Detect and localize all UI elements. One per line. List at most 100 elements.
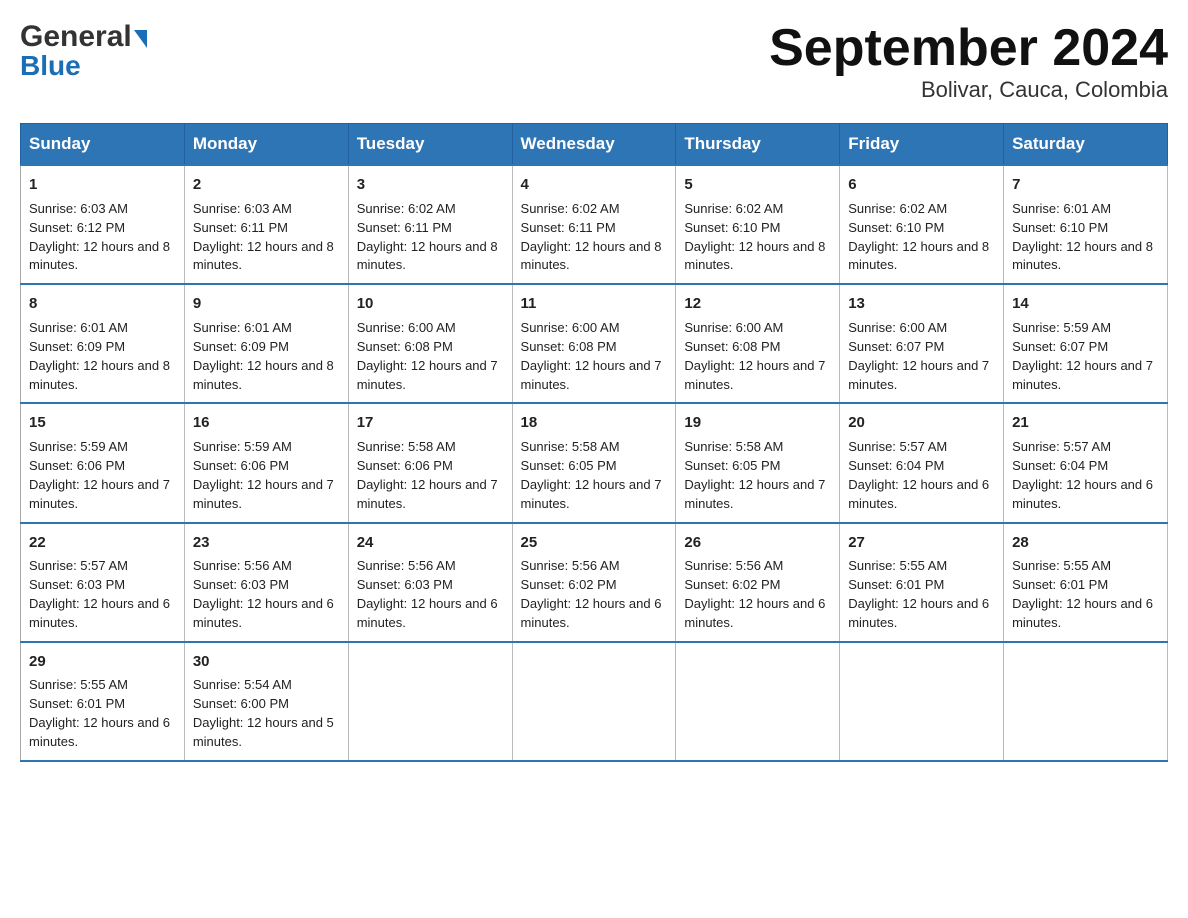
sunrise-info: Sunrise: 6:02 AM	[521, 201, 620, 216]
calendar-cell: 11 Sunrise: 6:00 AM Sunset: 6:08 PM Dayl…	[512, 284, 676, 403]
calendar-cell: 2 Sunrise: 6:03 AM Sunset: 6:11 PM Dayli…	[184, 165, 348, 284]
day-number: 6	[848, 174, 995, 196]
weekday-header-row: SundayMondayTuesdayWednesdayThursdayFrid…	[21, 124, 1168, 166]
title-area: September 2024 Bolivar, Cauca, Colombia	[769, 20, 1168, 103]
sunset-info: Sunset: 6:03 PM	[29, 577, 125, 592]
daylight-info: Daylight: 12 hours and 6 minutes.	[29, 596, 170, 630]
sunrise-info: Sunrise: 5:58 AM	[521, 439, 620, 454]
day-number: 17	[357, 412, 504, 434]
calendar-cell: 25 Sunrise: 5:56 AM Sunset: 6:02 PM Dayl…	[512, 523, 676, 642]
sunset-info: Sunset: 6:11 PM	[521, 220, 616, 235]
sunset-info: Sunset: 6:10 PM	[684, 220, 780, 235]
sunrise-info: Sunrise: 5:59 AM	[193, 439, 292, 454]
weekday-header-wednesday: Wednesday	[512, 124, 676, 166]
day-number: 20	[848, 412, 995, 434]
sunset-info: Sunset: 6:03 PM	[357, 577, 453, 592]
sunrise-info: Sunrise: 5:55 AM	[848, 558, 947, 573]
sunset-info: Sunset: 6:01 PM	[848, 577, 944, 592]
sunrise-info: Sunrise: 5:57 AM	[1012, 439, 1111, 454]
daylight-info: Daylight: 12 hours and 7 minutes.	[521, 358, 662, 392]
sunrise-info: Sunrise: 5:57 AM	[29, 558, 128, 573]
calendar-cell	[1004, 642, 1168, 761]
calendar-cell: 15 Sunrise: 5:59 AM Sunset: 6:06 PM Dayl…	[21, 403, 185, 522]
calendar-cell: 12 Sunrise: 6:00 AM Sunset: 6:08 PM Dayl…	[676, 284, 840, 403]
sunset-info: Sunset: 6:07 PM	[848, 339, 944, 354]
weekday-header-tuesday: Tuesday	[348, 124, 512, 166]
daylight-info: Daylight: 12 hours and 6 minutes.	[29, 715, 170, 749]
sunrise-info: Sunrise: 5:56 AM	[521, 558, 620, 573]
daylight-info: Daylight: 12 hours and 8 minutes.	[357, 239, 498, 273]
calendar-cell: 5 Sunrise: 6:02 AM Sunset: 6:10 PM Dayli…	[676, 165, 840, 284]
calendar-cell: 14 Sunrise: 5:59 AM Sunset: 6:07 PM Dayl…	[1004, 284, 1168, 403]
sunrise-info: Sunrise: 6:01 AM	[1012, 201, 1111, 216]
day-number: 19	[684, 412, 831, 434]
calendar-cell: 19 Sunrise: 5:58 AM Sunset: 6:05 PM Dayl…	[676, 403, 840, 522]
daylight-info: Daylight: 12 hours and 6 minutes.	[1012, 477, 1153, 511]
sunrise-info: Sunrise: 6:00 AM	[848, 320, 947, 335]
calendar-week-4: 22 Sunrise: 5:57 AM Sunset: 6:03 PM Dayl…	[21, 523, 1168, 642]
sunset-info: Sunset: 6:05 PM	[521, 458, 617, 473]
day-number: 24	[357, 532, 504, 554]
calendar-cell: 24 Sunrise: 5:56 AM Sunset: 6:03 PM Dayl…	[348, 523, 512, 642]
calendar-cell: 9 Sunrise: 6:01 AM Sunset: 6:09 PM Dayli…	[184, 284, 348, 403]
weekday-header-saturday: Saturday	[1004, 124, 1168, 166]
day-number: 28	[1012, 532, 1159, 554]
daylight-info: Daylight: 12 hours and 6 minutes.	[684, 596, 825, 630]
sunrise-info: Sunrise: 5:56 AM	[193, 558, 292, 573]
sunset-info: Sunset: 6:07 PM	[1012, 339, 1108, 354]
day-number: 30	[193, 651, 340, 673]
sunset-info: Sunset: 6:10 PM	[848, 220, 944, 235]
sunrise-info: Sunrise: 6:03 AM	[193, 201, 292, 216]
sunrise-info: Sunrise: 5:58 AM	[684, 439, 783, 454]
sunset-info: Sunset: 6:01 PM	[1012, 577, 1108, 592]
sunset-info: Sunset: 6:05 PM	[684, 458, 780, 473]
day-number: 29	[29, 651, 176, 673]
day-number: 21	[1012, 412, 1159, 434]
calendar-cell: 7 Sunrise: 6:01 AM Sunset: 6:10 PM Dayli…	[1004, 165, 1168, 284]
calendar-cell: 28 Sunrise: 5:55 AM Sunset: 6:01 PM Dayl…	[1004, 523, 1168, 642]
daylight-info: Daylight: 12 hours and 8 minutes.	[193, 358, 334, 392]
sunrise-info: Sunrise: 5:55 AM	[1012, 558, 1111, 573]
day-number: 2	[193, 174, 340, 196]
daylight-info: Daylight: 12 hours and 7 minutes.	[684, 358, 825, 392]
sunset-info: Sunset: 6:09 PM	[29, 339, 125, 354]
sunrise-info: Sunrise: 6:02 AM	[848, 201, 947, 216]
daylight-info: Daylight: 12 hours and 7 minutes.	[521, 477, 662, 511]
daylight-info: Daylight: 12 hours and 8 minutes.	[29, 358, 170, 392]
calendar-cell: 3 Sunrise: 6:02 AM Sunset: 6:11 PM Dayli…	[348, 165, 512, 284]
sunset-info: Sunset: 6:02 PM	[684, 577, 780, 592]
calendar-cell: 22 Sunrise: 5:57 AM Sunset: 6:03 PM Dayl…	[21, 523, 185, 642]
sunrise-info: Sunrise: 6:03 AM	[29, 201, 128, 216]
sunrise-info: Sunrise: 6:02 AM	[684, 201, 783, 216]
calendar-table: SundayMondayTuesdayWednesdayThursdayFrid…	[20, 123, 1168, 762]
weekday-header-monday: Monday	[184, 124, 348, 166]
calendar-cell	[840, 642, 1004, 761]
sunset-info: Sunset: 6:08 PM	[521, 339, 617, 354]
sunrise-info: Sunrise: 6:01 AM	[29, 320, 128, 335]
day-number: 25	[521, 532, 668, 554]
daylight-info: Daylight: 12 hours and 6 minutes.	[1012, 596, 1153, 630]
calendar-cell: 8 Sunrise: 6:01 AM Sunset: 6:09 PM Dayli…	[21, 284, 185, 403]
daylight-info: Daylight: 12 hours and 8 minutes.	[193, 239, 334, 273]
day-number: 7	[1012, 174, 1159, 196]
day-number: 18	[521, 412, 668, 434]
calendar-week-1: 1 Sunrise: 6:03 AM Sunset: 6:12 PM Dayli…	[21, 165, 1168, 284]
sunset-info: Sunset: 6:11 PM	[193, 220, 288, 235]
daylight-info: Daylight: 12 hours and 7 minutes.	[848, 358, 989, 392]
calendar-cell	[676, 642, 840, 761]
calendar-cell: 26 Sunrise: 5:56 AM Sunset: 6:02 PM Dayl…	[676, 523, 840, 642]
sunset-info: Sunset: 6:03 PM	[193, 577, 289, 592]
calendar-cell: 27 Sunrise: 5:55 AM Sunset: 6:01 PM Dayl…	[840, 523, 1004, 642]
calendar-cell: 21 Sunrise: 5:57 AM Sunset: 6:04 PM Dayl…	[1004, 403, 1168, 522]
calendar-subtitle: Bolivar, Cauca, Colombia	[769, 77, 1168, 103]
day-number: 3	[357, 174, 504, 196]
day-number: 1	[29, 174, 176, 196]
calendar-cell: 30 Sunrise: 5:54 AM Sunset: 6:00 PM Dayl…	[184, 642, 348, 761]
sunset-info: Sunset: 6:11 PM	[357, 220, 452, 235]
day-number: 13	[848, 293, 995, 315]
daylight-info: Daylight: 12 hours and 7 minutes.	[29, 477, 170, 511]
sunrise-info: Sunrise: 5:56 AM	[357, 558, 456, 573]
sunrise-info: Sunrise: 5:58 AM	[357, 439, 456, 454]
day-number: 22	[29, 532, 176, 554]
sunrise-info: Sunrise: 6:01 AM	[193, 320, 292, 335]
